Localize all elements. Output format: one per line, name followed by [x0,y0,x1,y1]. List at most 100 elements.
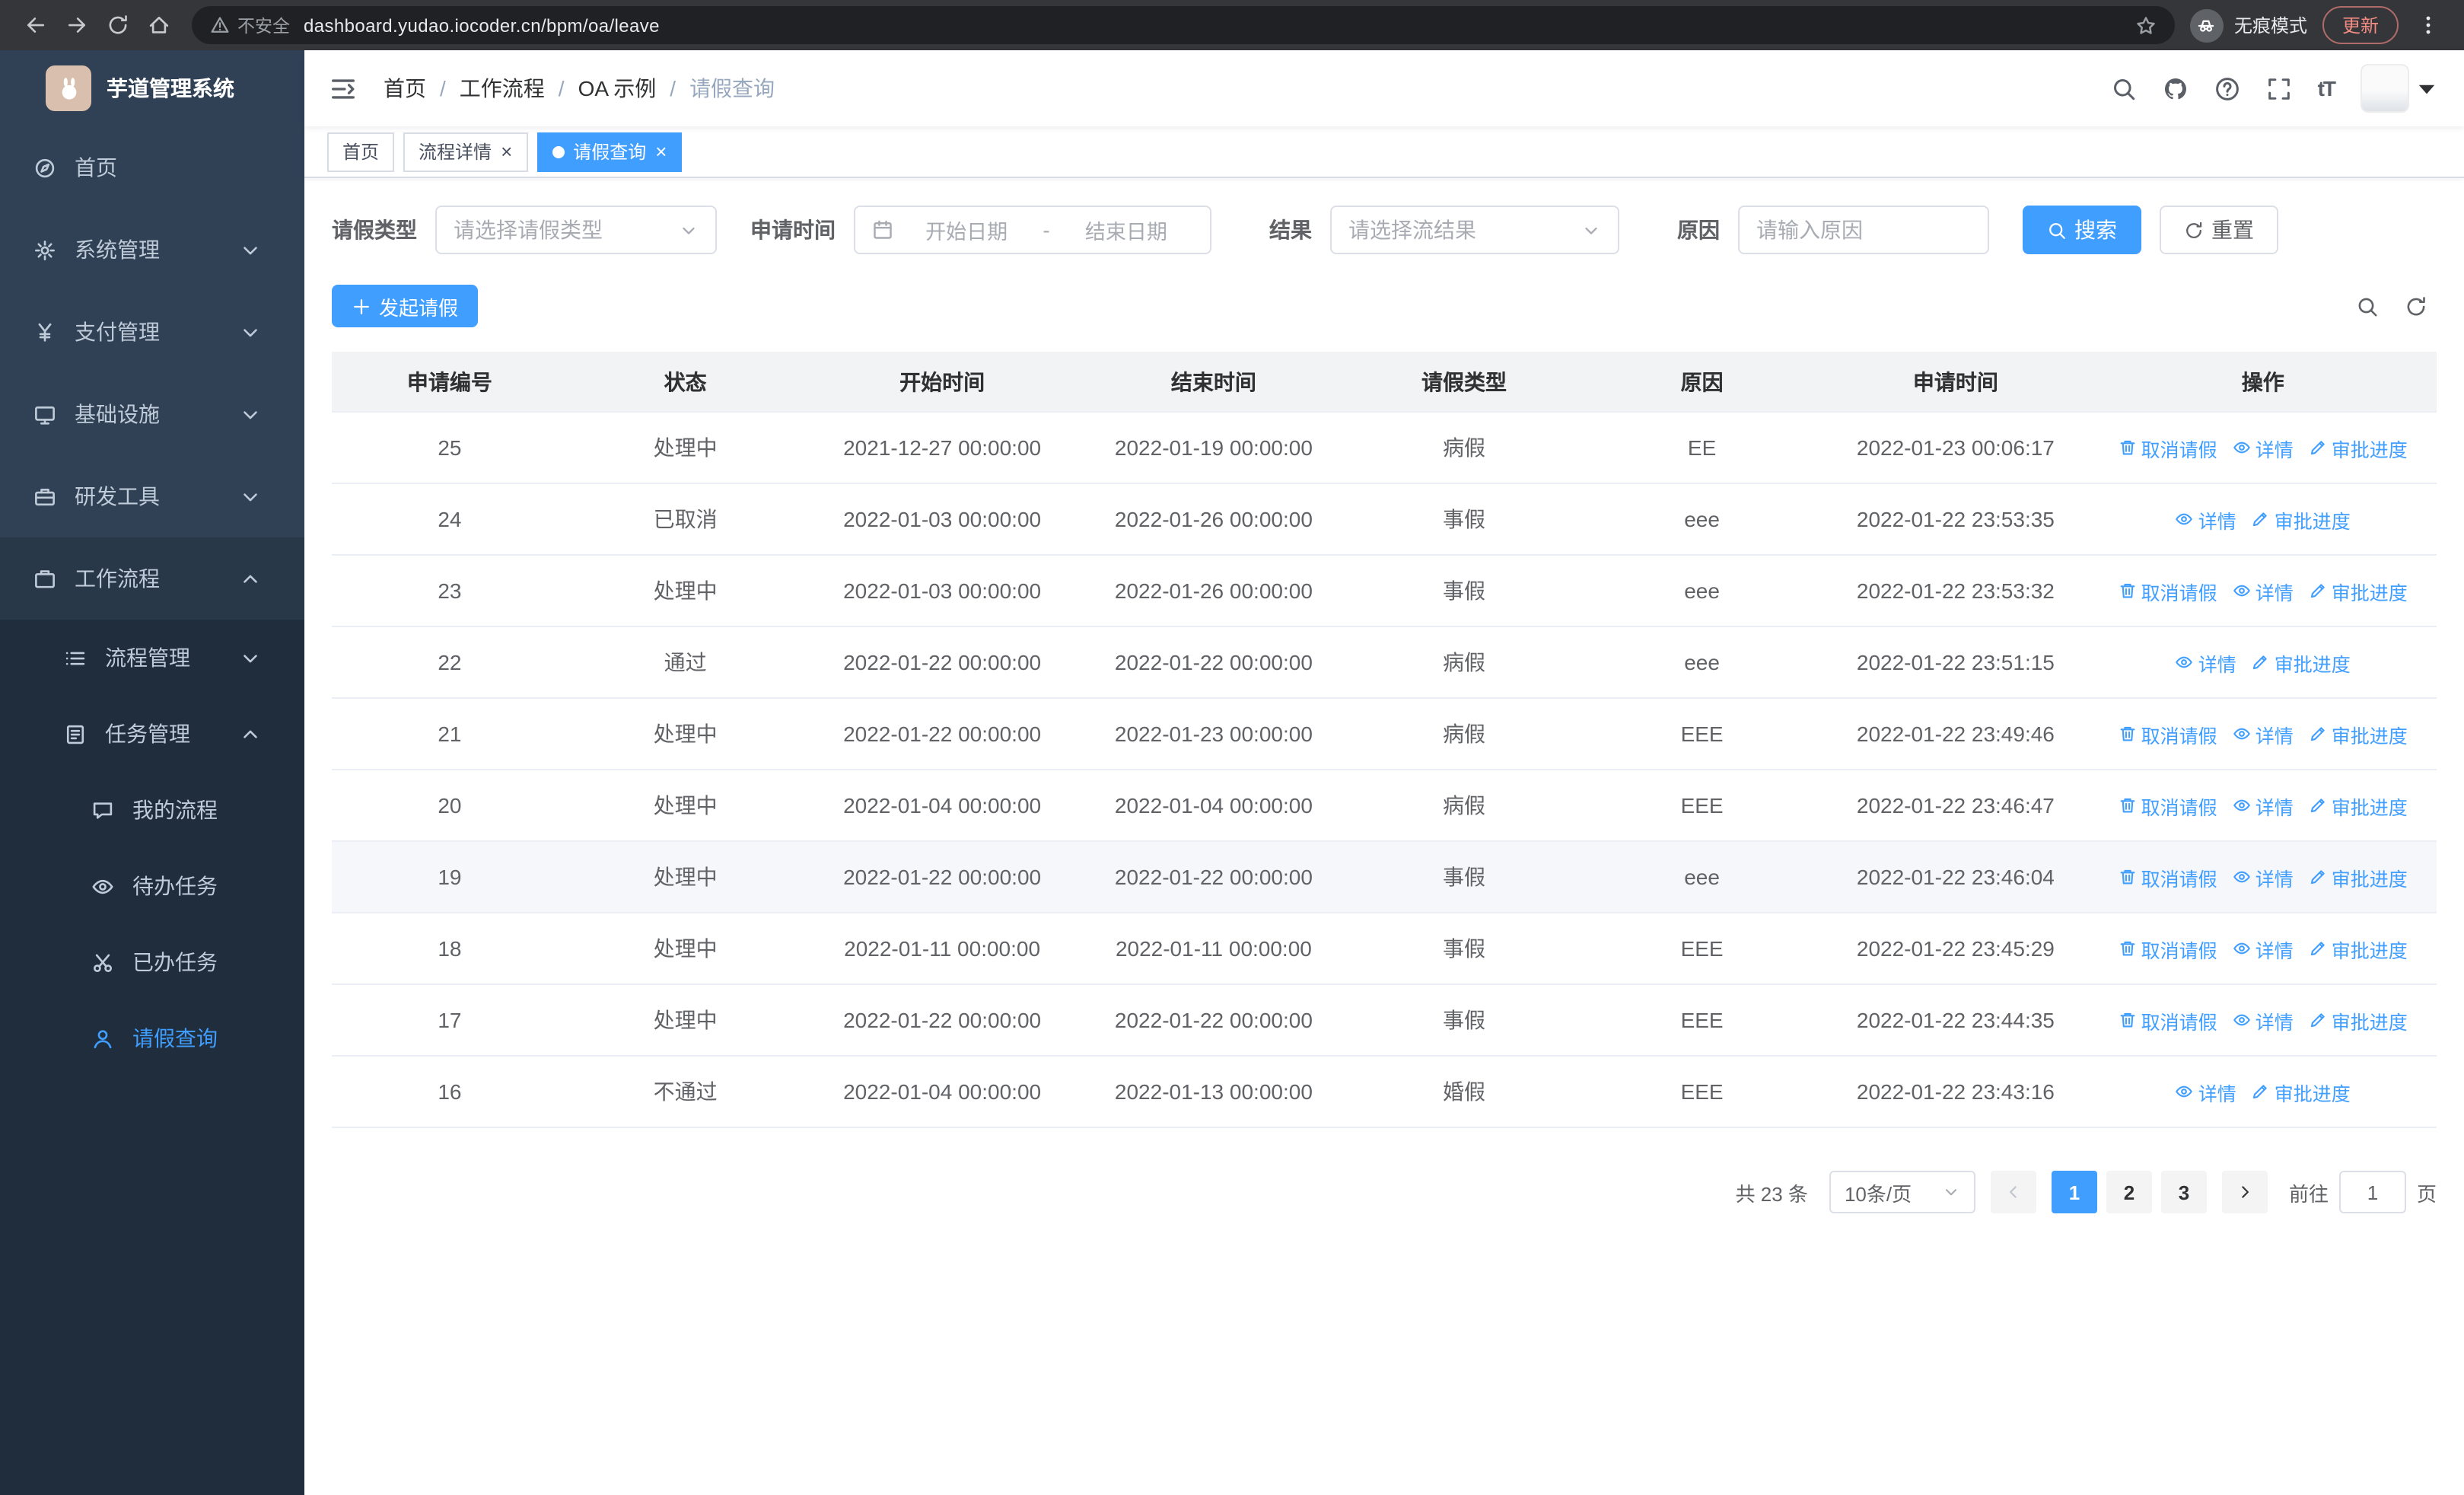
cell-end: 2022-01-22 00:00:00 [1114,1008,1313,1032]
forward-button[interactable] [56,5,97,46]
progress-link[interactable]: 审批进度 [2309,433,2408,462]
fullscreen-icon[interactable] [2266,75,2292,101]
cancel-link[interactable]: 取消请假 [2119,719,2217,748]
cancel-link[interactable]: 取消请假 [2119,791,2217,820]
apply-time-range-picker[interactable]: 开始日期 - 结束日期 [854,206,1211,254]
detail-link[interactable]: 详情 [2176,505,2236,534]
font-size-icon[interactable]: tT [2318,76,2336,100]
cancel-link[interactable]: 取消请假 [2119,862,2217,891]
sidebar-item-4[interactable]: 研发工具 [0,455,304,537]
progress-link[interactable]: 审批进度 [2309,1006,2408,1034]
github-icon[interactable] [2163,75,2189,101]
reload-button[interactable] [97,5,138,46]
cell-end: 2022-01-13 00:00:00 [1114,1079,1313,1104]
breadcrumb-item[interactable]: OA 示例 [578,73,657,104]
cell-start: 2022-01-22 00:00:00 [843,722,1042,746]
sidebar-item-2[interactable]: 支付管理 [0,291,304,373]
column-header: 申请时间 [1912,369,1998,394]
toggle-search-icon[interactable] [2356,295,2379,317]
next-page-button[interactable] [2221,1171,2268,1213]
sidebar-item-3[interactable]: 基础设施 [0,373,304,455]
prev-page-button[interactable] [1990,1171,2036,1213]
detail-link[interactable]: 详情 [2176,648,2236,677]
cell-actions: 详情 审批进度 [2090,1077,2437,1106]
reason-label: 原因 [1677,218,1720,242]
leave-type-select[interactable]: 请选择请假类型 [435,206,717,254]
sidebar-item-9[interactable]: 待办任务 [0,848,304,924]
sidebar-item-0[interactable]: 首页 [0,126,304,209]
home-button[interactable] [138,5,180,46]
browser-toolbar: 不安全 dashboard.yudao.iocoder.cn/bpm/oa/le… [0,0,2464,50]
goto-page-input[interactable] [2338,1171,2406,1213]
progress-link[interactable]: 审批进度 [2252,505,2351,534]
sidebar-item-10[interactable]: 已办任务 [0,924,304,1000]
cell-actions: 取消请假 详情 审批进度 [2090,576,2437,605]
result-select[interactable]: 请选择流结果 [1330,206,1619,254]
cell-applied: 2022-01-22 23:43:16 [1856,1079,2055,1104]
cancel-link[interactable]: 取消请假 [2119,1006,2217,1034]
progress-link[interactable]: 审批进度 [2309,934,2408,963]
tab-0[interactable]: 首页 [327,132,395,171]
breadcrumb-item[interactable]: 工作流程 [460,73,545,104]
sidebar-item-6[interactable]: 流程管理 [0,620,304,696]
cancel-link[interactable]: 取消请假 [2119,576,2217,605]
sidebar-item-7[interactable]: 任务管理 [0,696,304,772]
detail-link[interactable]: 详情 [2233,1006,2294,1034]
progress-link[interactable]: 审批进度 [2309,791,2408,820]
chevron-down-icon [1581,220,1601,240]
close-icon[interactable]: × [501,142,512,161]
browser-menu-button[interactable] [2408,5,2449,46]
tab-2[interactable]: 请假查询 × [536,132,683,171]
page-button-2[interactable]: 2 [2106,1171,2152,1213]
progress-link[interactable]: 审批进度 [2309,719,2408,748]
docs-help-icon[interactable] [2214,75,2240,101]
reason-input[interactable]: 请输入原因 [1738,206,1989,254]
refresh-table-icon[interactable] [2405,295,2427,317]
calendar-icon [872,219,893,241]
trash-icon [2119,438,2137,457]
progress-link[interactable]: 审批进度 [2309,862,2408,891]
back-button[interactable] [15,5,56,46]
detail-link[interactable]: 详情 [2233,791,2294,820]
sidebar-item-5[interactable]: 工作流程 [0,537,304,620]
tab-1[interactable]: 流程详情 × [403,132,528,171]
reset-button[interactable]: 重置 [2160,206,2278,254]
detail-link[interactable]: 详情 [2233,719,2294,748]
cell-reason: EEE [1680,722,1724,746]
page-button-1[interactable]: 1 [2051,1171,2097,1213]
sidebar-item-8[interactable]: 我的流程 [0,772,304,848]
address-bar[interactable]: 不安全 dashboard.yudao.iocoder.cn/bpm/oa/le… [192,6,2175,44]
detail-link[interactable]: 详情 [2233,576,2294,605]
detail-link[interactable]: 详情 [2233,934,2294,963]
close-icon[interactable]: × [655,142,667,161]
progress-link[interactable]: 审批进度 [2252,1077,2351,1106]
detail-link[interactable]: 详情 [2233,862,2294,891]
logo[interactable]: 芋道管理系统 [0,50,304,126]
sidebar: 芋道管理系统 首页 系统管理 支付管理 基础设施 研发工具 工作流程 流程管理 任务管理 我的流… [0,50,304,1495]
search-button[interactable]: 搜索 [2023,206,2141,254]
cell-id: 23 [438,579,462,603]
progress-link[interactable]: 审批进度 [2252,648,2351,677]
page-size-select[interactable]: 10条/页 [1829,1171,1975,1213]
reason-placeholder: 请输入原因 [1756,218,1863,242]
create-leave-button[interactable]: 发起请假 [332,285,479,327]
tabs-bar: 首页 流程详情 × 请假查询 × [304,126,2464,178]
detail-link[interactable]: 详情 [2233,433,2294,462]
page-button-3[interactable]: 3 [2160,1171,2207,1213]
cancel-link[interactable]: 取消请假 [2119,934,2217,963]
hamburger-button[interactable] [329,74,358,103]
bookmark-star-icon[interactable] [2135,14,2157,36]
cell-start: 2021-12-27 00:00:00 [843,435,1042,460]
header-search-icon[interactable] [2111,75,2137,101]
detail-link[interactable]: 详情 [2176,1077,2236,1106]
trash-icon [2119,796,2137,814]
progress-link[interactable]: 审批进度 [2309,576,2408,605]
sidebar-item-1[interactable]: 系统管理 [0,209,304,291]
security-chip[interactable]: 不安全 [210,13,290,37]
eye-icon [2233,725,2251,743]
sidebar-item-11[interactable]: 请假查询 [0,1000,304,1076]
user-avatar[interactable] [2361,64,2440,113]
cancel-link[interactable]: 取消请假 [2119,433,2217,462]
breadcrumb-item[interactable]: 首页 [384,73,426,104]
update-button[interactable]: 更新 [2322,6,2399,44]
